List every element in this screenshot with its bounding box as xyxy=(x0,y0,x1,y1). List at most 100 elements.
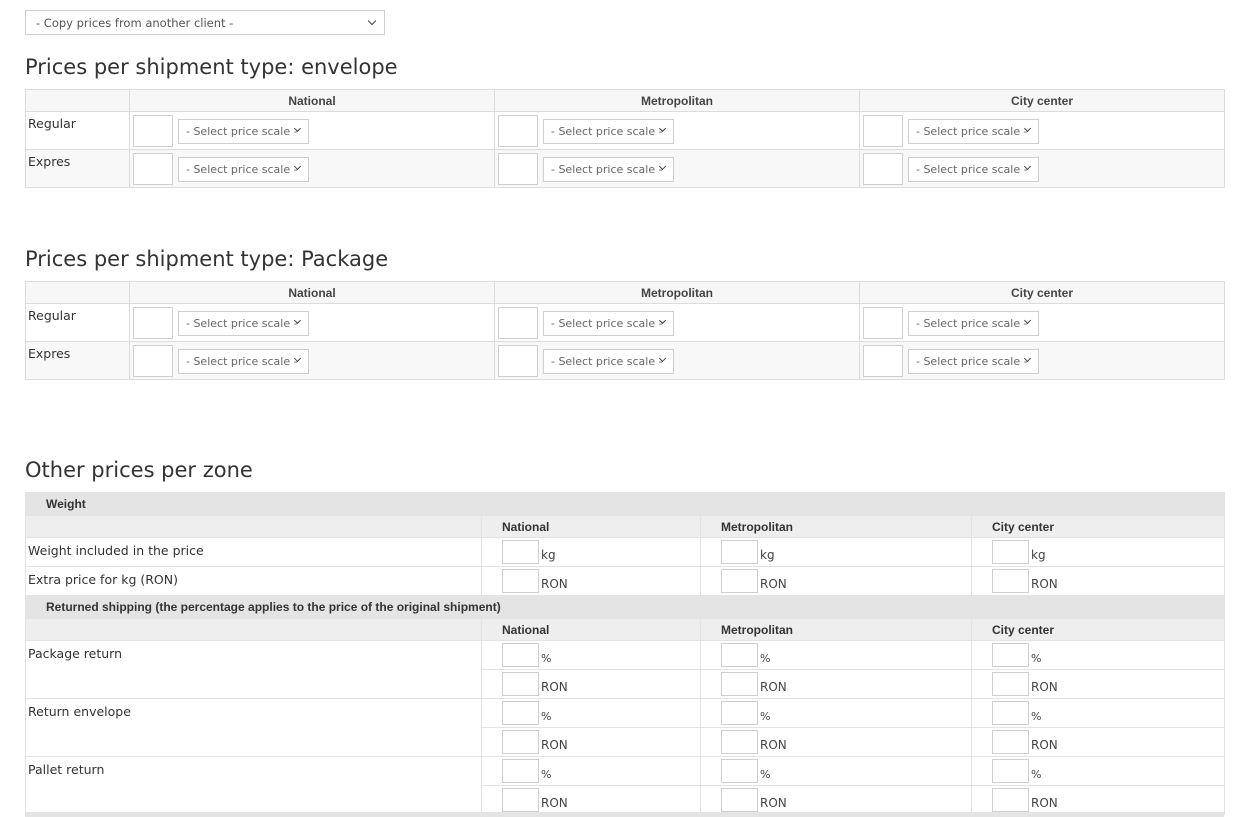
select-placeholder: - Select price scale - xyxy=(550,125,663,138)
price-input[interactable] xyxy=(863,115,903,147)
row-label: Return envelope xyxy=(25,698,482,757)
percent-input[interactable] xyxy=(502,643,539,667)
return-envelope-row: Return envelope % % % xyxy=(25,698,1226,757)
returned-zone-header-row: National Metropolitan City center xyxy=(25,618,1226,641)
zone-header-national: National xyxy=(129,89,495,112)
percent-input[interactable] xyxy=(721,701,758,725)
weight-group-header: Weight xyxy=(24,492,1226,516)
zone-header-metropolitan: Metropolitan xyxy=(700,515,972,538)
percent-input[interactable] xyxy=(992,701,1029,725)
price-scale-select[interactable]: - Select price scale - xyxy=(542,157,674,182)
unit-label: RON xyxy=(541,796,568,810)
price-input[interactable] xyxy=(133,115,173,147)
chevron-down-icon xyxy=(367,16,377,26)
price-input[interactable] xyxy=(498,153,538,185)
price-input[interactable] xyxy=(992,569,1029,593)
price-scale-select[interactable]: - Select price scale - xyxy=(542,119,674,144)
select-placeholder: - Select price scale - xyxy=(915,163,1028,176)
select-placeholder: - Select price scale - xyxy=(185,355,298,368)
weight-heading: Weight xyxy=(24,492,1226,516)
select-placeholder: - Select price scale - xyxy=(550,317,663,330)
price-cell: - Select price scale - xyxy=(494,111,860,150)
section-title-envelope: Prices per shipment type: envelope xyxy=(25,55,398,79)
price-input[interactable] xyxy=(863,307,903,339)
price-cell: - Select price scale - xyxy=(494,149,860,188)
weight-zone-header-row: National Metropolitan City center xyxy=(25,515,1226,538)
zone-header-city-center: City center xyxy=(970,618,1226,641)
price-input[interactable] xyxy=(721,730,758,754)
row-expres: Expres - Select price scale - - Select p… xyxy=(25,149,1225,188)
price-scale-select[interactable]: - Select price scale - xyxy=(177,119,309,144)
price-input[interactable] xyxy=(502,730,539,754)
price-input[interactable] xyxy=(992,672,1029,696)
unit-label: kg xyxy=(760,548,775,562)
price-cell: - Select price scale - xyxy=(859,341,1225,380)
price-scale-select[interactable]: - Select price scale - xyxy=(907,119,1039,144)
price-cell: - Select price scale - xyxy=(129,303,495,342)
unit-label: % xyxy=(1031,768,1042,781)
pallet-return-row: Pallet return % % % xyxy=(25,756,1226,815)
weight-input[interactable] xyxy=(721,540,758,564)
price-cell: - Select price scale - xyxy=(129,111,495,150)
price-input[interactable] xyxy=(133,345,173,377)
select-placeholder: - Select price scale - xyxy=(185,125,298,138)
row-label: Expres xyxy=(25,341,130,380)
price-input[interactable] xyxy=(502,788,539,812)
unit-label: % xyxy=(760,768,771,781)
percent-input[interactable] xyxy=(502,759,539,783)
price-input[interactable] xyxy=(863,153,903,185)
weight-input[interactable] xyxy=(992,540,1029,564)
price-scale-select[interactable]: - Select price scale - xyxy=(542,349,674,374)
row-label: Package return xyxy=(25,640,482,699)
package-return-row: Package return % % % xyxy=(25,640,1226,699)
price-input[interactable] xyxy=(992,730,1029,754)
zone-header-national: National xyxy=(481,618,701,641)
price-input[interactable] xyxy=(721,672,758,696)
price-input[interactable] xyxy=(863,345,903,377)
select-placeholder: - Select price scale - xyxy=(185,317,298,330)
copy-prices-select[interactable]: - Copy prices from another client - xyxy=(25,10,385,35)
price-input[interactable] xyxy=(502,569,539,593)
unit-label: % xyxy=(760,710,771,723)
row-regular: Regular - Select price scale - - Select … xyxy=(25,111,1225,150)
percent-input[interactable] xyxy=(502,701,539,725)
select-placeholder: - Select price scale - xyxy=(550,163,663,176)
price-scale-select[interactable]: - Select price scale - xyxy=(907,157,1039,182)
section-title-other-prices: Other prices per zone xyxy=(25,458,253,482)
weight-input[interactable] xyxy=(502,540,539,564)
price-scale-select[interactable]: - Select price scale - xyxy=(177,349,309,374)
unit-label: kg xyxy=(1031,548,1046,562)
unit-label: RON xyxy=(760,577,787,591)
price-input[interactable] xyxy=(721,788,758,812)
price-scale-select[interactable]: - Select price scale - xyxy=(177,157,309,182)
price-scale-select[interactable]: - Select price scale - xyxy=(907,311,1039,336)
percent-input[interactable] xyxy=(992,643,1029,667)
price-input[interactable] xyxy=(498,115,538,147)
price-input[interactable] xyxy=(133,153,173,185)
unit-label: RON xyxy=(541,680,568,694)
price-scale-select[interactable]: - Select price scale - xyxy=(907,349,1039,374)
row-label: Pallet return xyxy=(25,756,482,815)
price-input[interactable] xyxy=(721,569,758,593)
extra-price-kg-row: Extra price for kg (RON) RON RON RON xyxy=(25,566,1226,596)
unit-label: % xyxy=(541,652,552,665)
price-input[interactable] xyxy=(498,345,538,377)
zone-header-metropolitan: Metropolitan xyxy=(494,89,860,112)
price-cell: - Select price scale - xyxy=(859,111,1225,150)
price-cell: - Select price scale - xyxy=(859,149,1225,188)
price-scale-select[interactable]: - Select price scale - xyxy=(542,311,674,336)
price-input[interactable] xyxy=(502,672,539,696)
row-regular: Regular - Select price scale - - Select … xyxy=(25,303,1225,342)
price-input[interactable] xyxy=(133,307,173,339)
price-input[interactable] xyxy=(992,788,1029,812)
price-input[interactable] xyxy=(498,307,538,339)
percent-input[interactable] xyxy=(721,759,758,783)
select-placeholder: - Select price scale - xyxy=(185,163,298,176)
select-placeholder: - Select price scale - xyxy=(915,125,1028,138)
price-scale-select[interactable]: - Select price scale - xyxy=(177,311,309,336)
table-bottom-strip xyxy=(25,812,1224,817)
percent-input[interactable] xyxy=(992,759,1029,783)
envelope-price-table: National Metropolitan City center Regula… xyxy=(25,89,1225,188)
unit-label: % xyxy=(1031,710,1042,723)
percent-input[interactable] xyxy=(721,643,758,667)
